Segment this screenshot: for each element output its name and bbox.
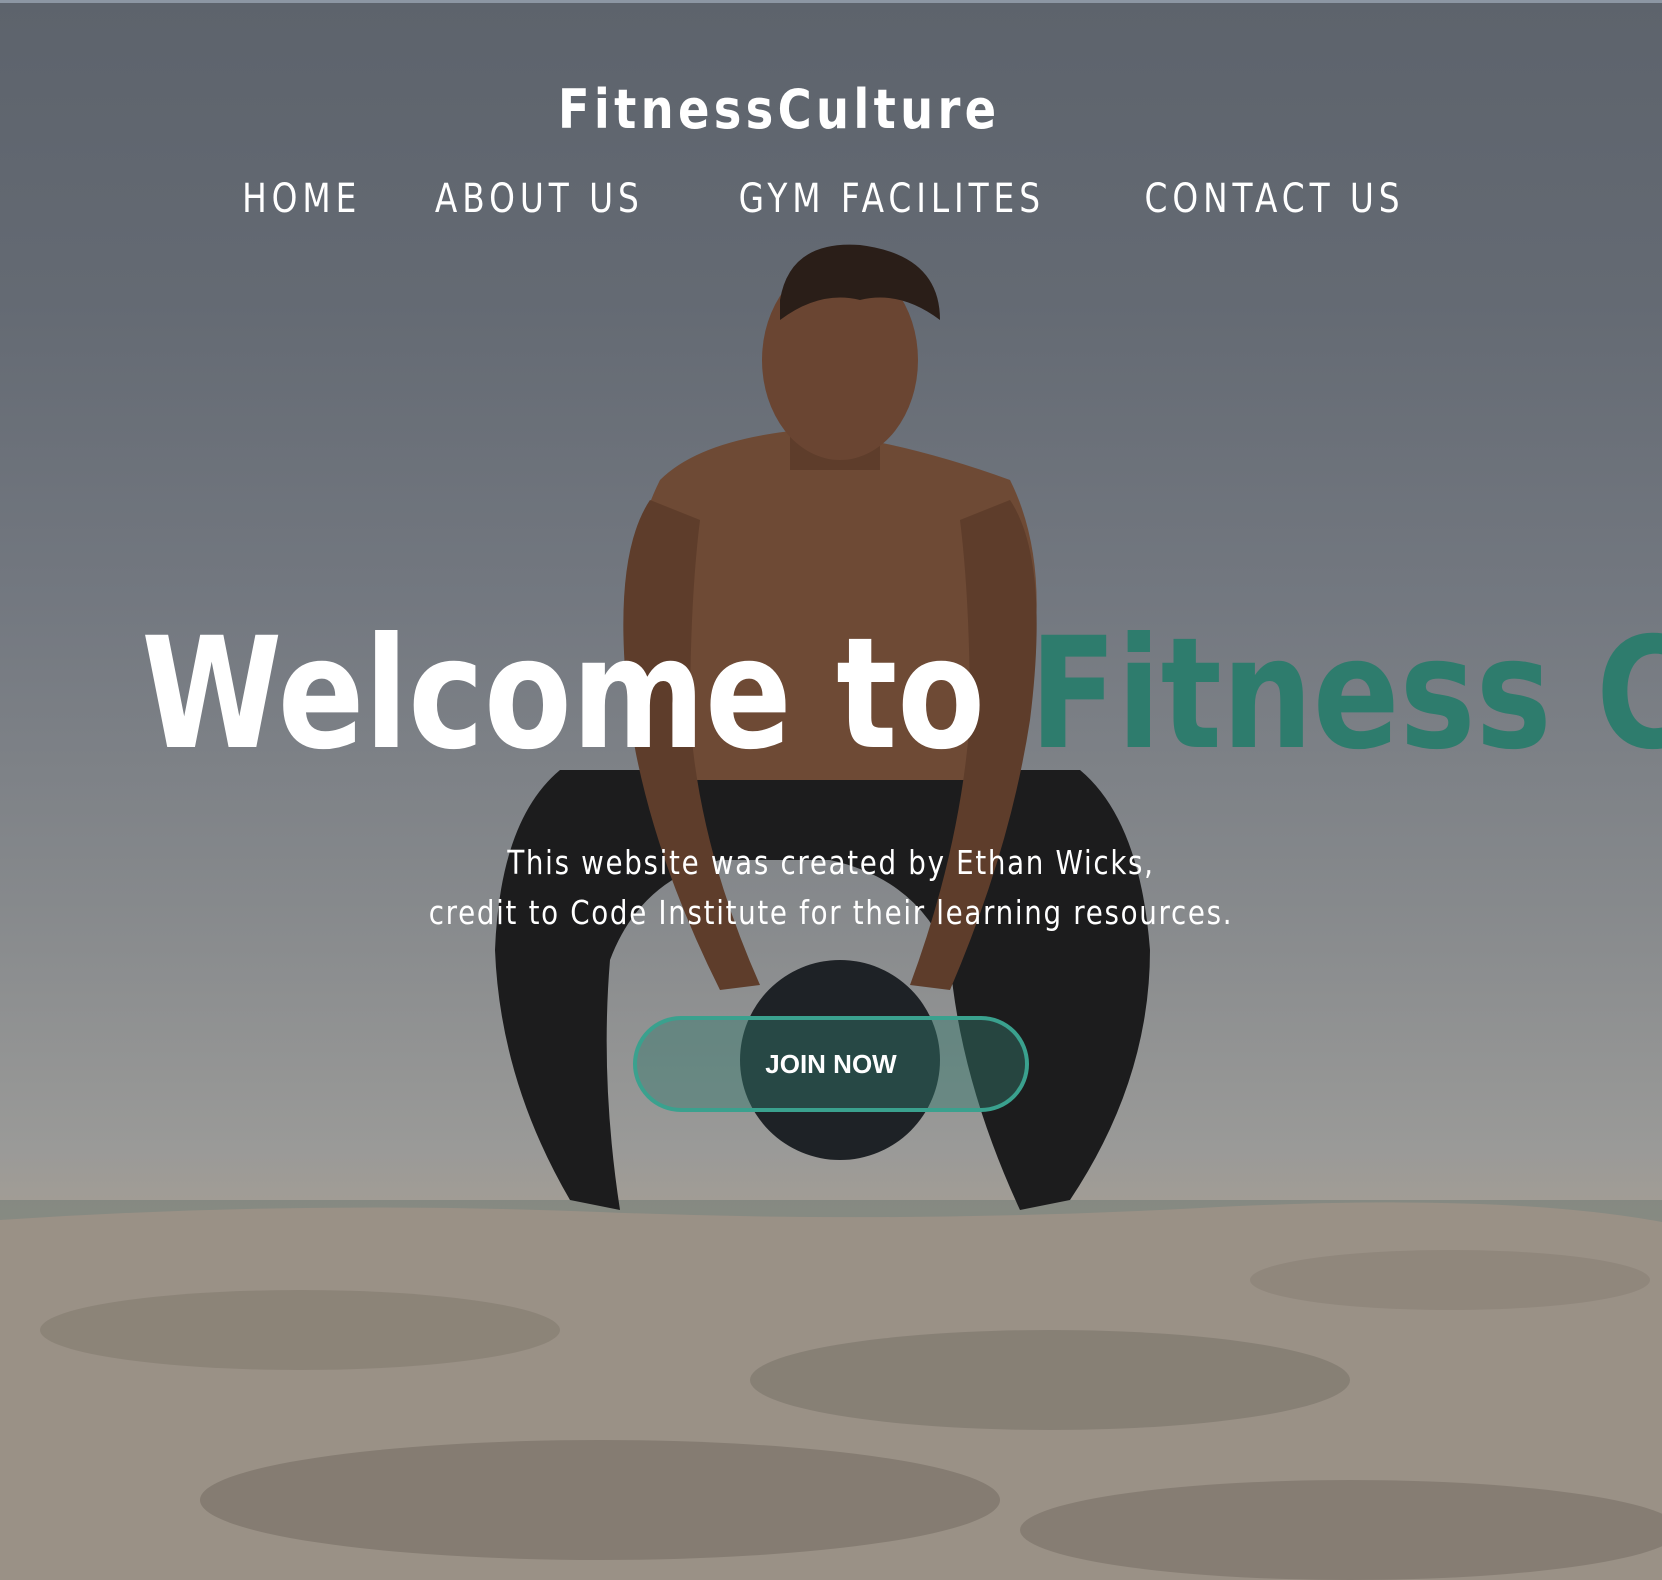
hero-background-image <box>0 244 1662 1580</box>
nav-link-home[interactable]: HOME <box>242 176 361 222</box>
top-border <box>0 0 1662 3</box>
credit-line-2: credit to Code Institute for their learn… <box>428 893 1234 932</box>
hero-section: FitnessCulture HOME ABOUT US GYM FACILIT… <box>0 0 1662 1580</box>
headline-brand-text: Fitness Culture <box>1029 605 1662 784</box>
nav-link-about-us[interactable]: ABOUT US <box>435 176 644 222</box>
main-nav: HOME ABOUT US GYM FACILITES CONTACT US <box>0 176 1662 222</box>
credit-line-1: This website was created by Ethan Wicks, <box>507 843 1155 882</box>
headline-welcome-text: Welcome to <box>141 605 1030 784</box>
hero-headline: Welcome to Fitness Culture <box>141 618 1662 772</box>
join-now-button[interactable]: JOIN NOW <box>633 1016 1029 1112</box>
nav-link-contact-us[interactable]: CONTACT US <box>1145 176 1405 222</box>
nav-link-gym-facilities[interactable]: GYM FACILITES <box>738 176 1044 222</box>
hero-credit: This website was created by Ethan Wicks,… <box>133 838 1529 938</box>
site-logo[interactable]: FitnessCulture <box>109 78 1449 141</box>
